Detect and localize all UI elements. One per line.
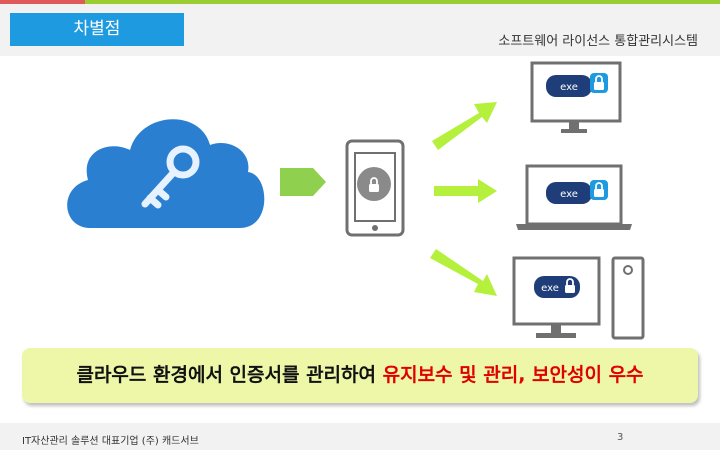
phone-lock-icon (345, 139, 405, 237)
page-number: 3 (617, 432, 624, 443)
exe-label: exe (541, 283, 559, 294)
exe-label: exe (560, 189, 578, 200)
cloud-key-icon (67, 119, 265, 228)
flow-arrow-small (280, 168, 326, 196)
banner-text-normal: 클라우드 환경에서 인증서를 관리하여 (76, 364, 383, 386)
footer-company: IT자산관리 솔루션 대표기업 (주) 캐드서브 (22, 436, 199, 447)
desktop-tower-icon (512, 256, 645, 340)
banner-text-highlight: 유지보수 및 관리, 보안성이 우수 (382, 364, 644, 386)
summary-banner: 클라우드 환경에서 인증서를 관리하여 유지보수 및 관리, 보안성이 우수 (22, 348, 698, 403)
monitor-icon (530, 61, 622, 133)
distribution-arrows (430, 102, 497, 296)
exe-badge-3: exe (534, 276, 580, 298)
exe-label: exe (560, 82, 578, 93)
banner-text: 클라우드 환경에서 인증서를 관리하여 유지보수 및 관리, 보안성이 우수 (22, 348, 698, 403)
